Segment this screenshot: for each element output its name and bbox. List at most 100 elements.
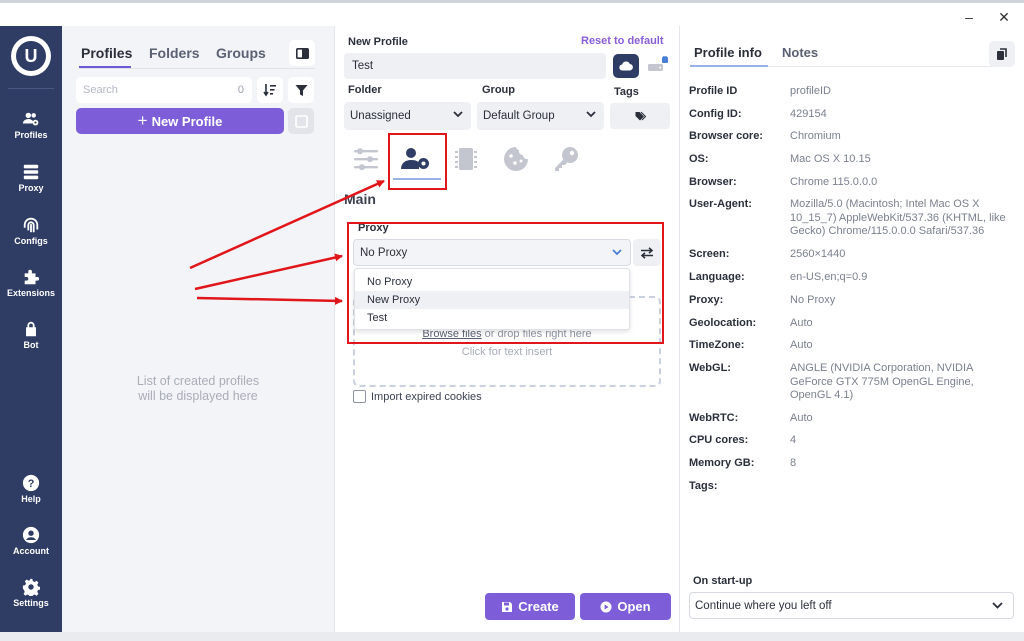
search-input[interactable] bbox=[76, 77, 216, 103]
chip-icon bbox=[455, 148, 477, 170]
filter-button[interactable] bbox=[288, 77, 314, 103]
bottom-strip bbox=[0, 632, 1024, 641]
info-value: Mac OS X 10.15 bbox=[790, 153, 871, 165]
import-expired-checkbox[interactable] bbox=[353, 390, 366, 403]
checklist-icon bbox=[294, 114, 308, 128]
sidebar-item-proxy[interactable]: Proxy bbox=[0, 163, 62, 193]
sidebar-item-label: Settings bbox=[13, 598, 49, 608]
sidebar-item-help[interactable]: ? Help bbox=[0, 474, 62, 504]
tab-profile-info[interactable]: Profile info bbox=[694, 45, 762, 60]
panel-toggle-button[interactable] bbox=[289, 40, 315, 66]
info-value: Auto bbox=[790, 412, 813, 424]
close-button[interactable]: ✕ bbox=[990, 7, 1018, 27]
panel-layout-icon bbox=[295, 47, 309, 59]
swap-icon bbox=[640, 246, 654, 259]
tab-cookies[interactable] bbox=[499, 143, 533, 175]
group-value: Default Group bbox=[483, 110, 555, 122]
info-key: WebGL: bbox=[689, 362, 731, 374]
tab-general-settings[interactable] bbox=[349, 143, 383, 175]
sort-button[interactable] bbox=[257, 77, 283, 103]
logo-glyph: U bbox=[16, 41, 46, 71]
sidebar-item-account[interactable]: Account bbox=[0, 526, 62, 556]
import-expired-label: Import expired cookies bbox=[371, 390, 482, 403]
tab-profiles[interactable]: Profiles bbox=[81, 45, 132, 61]
startup-value: Continue where you left off bbox=[695, 599, 832, 612]
tab-hardware[interactable] bbox=[449, 143, 483, 175]
dropzone-click-hint: Click for text insert bbox=[461, 346, 553, 358]
tab-user-settings[interactable] bbox=[399, 143, 433, 175]
user-gear-icon bbox=[401, 148, 429, 169]
group-select[interactable]: Default Group bbox=[477, 102, 604, 130]
open-button[interactable]: Open bbox=[580, 593, 671, 620]
profile-editor: New Profile Reset to default Folder Unas… bbox=[334, 26, 680, 632]
chevron-down-icon bbox=[453, 111, 463, 118]
key-icon bbox=[555, 147, 578, 171]
tab-passwords[interactable] bbox=[549, 143, 583, 175]
title-bar: – ✕ bbox=[0, 0, 1024, 26]
sidebar-item-label: Bot bbox=[23, 340, 39, 350]
sidebar-item-label: Extensions bbox=[6, 288, 55, 298]
filter-icon bbox=[295, 84, 307, 96]
info-key: Browser core: bbox=[689, 130, 763, 142]
empty-state: List of created profiles will be display… bbox=[62, 374, 334, 404]
reset-to-default-link[interactable]: Reset to default bbox=[581, 35, 664, 47]
info-value: Mozilla/5.0 (Macintosh; Intel Mac OS X 1… bbox=[790, 198, 1006, 237]
startup-label: On start-up bbox=[693, 575, 753, 587]
info-value: 429154 bbox=[790, 108, 827, 120]
sidebar-item-profiles[interactable]: Profiles bbox=[0, 110, 62, 140]
new-profile-button[interactable]: + New Profile bbox=[76, 108, 284, 134]
proxy-swap-button[interactable] bbox=[633, 239, 661, 266]
tab-notes[interactable]: Notes bbox=[782, 45, 818, 60]
startup-select[interactable]: Continue where you left off bbox=[689, 592, 1014, 619]
active-tab-indicator bbox=[393, 178, 441, 180]
proxy-option[interactable]: No Proxy bbox=[355, 273, 629, 291]
save-icon bbox=[502, 601, 513, 612]
info-key: Screen: bbox=[689, 248, 730, 260]
sidebar-item-extensions[interactable]: Extensions bbox=[0, 268, 62, 298]
proxy-value: No Proxy bbox=[360, 246, 408, 259]
chevron-down-icon bbox=[586, 111, 596, 118]
sidebar-divider bbox=[8, 88, 54, 89]
create-button[interactable]: Create bbox=[485, 593, 575, 620]
tab-groups[interactable]: Groups bbox=[216, 45, 266, 61]
folder-label: Folder bbox=[348, 84, 382, 96]
folder-select[interactable]: Unassigned bbox=[344, 102, 471, 130]
account-icon bbox=[22, 526, 40, 544]
sidebar-item-settings[interactable]: Settings bbox=[0, 578, 62, 608]
minimize-button[interactable]: – bbox=[955, 7, 983, 27]
profile-name-input[interactable] bbox=[344, 53, 606, 79]
info-key: TimeZone: bbox=[689, 339, 745, 351]
tab-folders[interactable]: Folders bbox=[149, 45, 200, 61]
active-tab-indicator bbox=[690, 65, 768, 67]
sidebar-item-bot[interactable]: Bot bbox=[0, 320, 62, 350]
sidebar-item-label: Account bbox=[13, 546, 49, 556]
tags-label: Tags bbox=[614, 86, 639, 98]
sliders-icon bbox=[354, 148, 378, 171]
search-box: 0 bbox=[76, 77, 252, 103]
empty-state-line: will be displayed here bbox=[138, 389, 258, 403]
sidebar-item-configs[interactable]: Configs bbox=[0, 216, 62, 246]
proxy-select[interactable]: No Proxy bbox=[353, 239, 631, 266]
active-tab-indicator bbox=[79, 66, 131, 68]
bulk-select-button[interactable] bbox=[288, 108, 314, 134]
info-value: ANGLE (NVIDIA Corporation, NVIDIA GeForc… bbox=[790, 362, 974, 401]
info-value: Auto bbox=[790, 317, 813, 329]
app-logo[interactable]: U bbox=[11, 36, 51, 76]
proxy-option[interactable]: New Proxy bbox=[355, 291, 629, 309]
proxy-option[interactable]: Test bbox=[355, 309, 629, 327]
info-value: 4 bbox=[790, 434, 797, 446]
info-key: Language: bbox=[689, 271, 745, 283]
tags-button[interactable] bbox=[610, 103, 670, 129]
info-key: Memory GB: bbox=[689, 457, 755, 469]
tabs-divider bbox=[79, 68, 315, 69]
cloud-storage-button[interactable] bbox=[613, 54, 639, 78]
gear-icon bbox=[22, 578, 40, 596]
proxy-label: Proxy bbox=[358, 222, 389, 234]
search-count: 0 bbox=[237, 84, 244, 96]
local-storage-icon[interactable] bbox=[647, 56, 669, 76]
import-expired-cookies-option[interactable]: Import expired cookies bbox=[353, 390, 482, 403]
puzzle-icon bbox=[24, 269, 40, 285]
copy-button[interactable] bbox=[989, 41, 1015, 67]
info-value: Auto bbox=[790, 339, 813, 351]
folder-value: Unassigned bbox=[350, 110, 411, 122]
